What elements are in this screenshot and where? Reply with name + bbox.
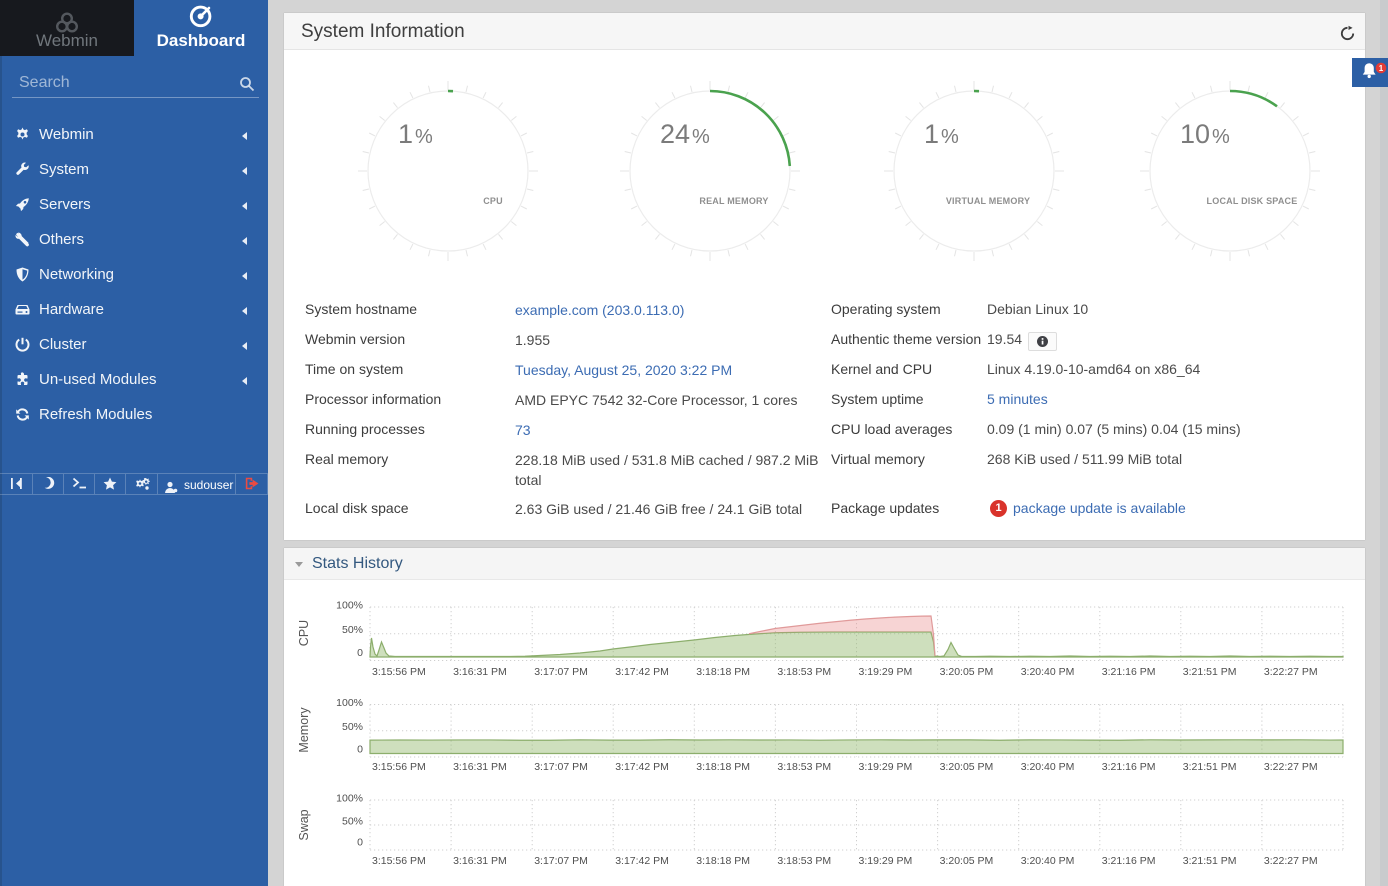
svg-text:3:19:29 PM: 3:19:29 PM [859, 855, 913, 867]
svg-text:3:20:05 PM: 3:20:05 PM [940, 855, 994, 867]
svg-text:CPU: CPU [297, 620, 311, 646]
svg-text:10%: 10% [1180, 119, 1230, 149]
svg-text:3:17:07 PM: 3:17:07 PM [534, 666, 588, 678]
svg-text:3:21:51 PM: 3:21:51 PM [1183, 761, 1237, 773]
svg-text:3:22:27 PM: 3:22:27 PM [1264, 666, 1318, 678]
svg-text:3:18:18 PM: 3:18:18 PM [696, 666, 750, 678]
svg-text:REAL MEMORY: REAL MEMORY [699, 196, 768, 206]
svg-text:50%: 50% [342, 624, 363, 636]
svg-text:3:17:42 PM: 3:17:42 PM [615, 761, 669, 773]
svg-text:3:18:53 PM: 3:18:53 PM [777, 761, 831, 773]
svg-text:3:15:56 PM: 3:15:56 PM [372, 761, 426, 773]
svg-text:0: 0 [357, 744, 363, 756]
svg-text:3:15:56 PM: 3:15:56 PM [372, 666, 426, 678]
svg-text:3:18:53 PM: 3:18:53 PM [777, 666, 831, 678]
svg-text:3:19:29 PM: 3:19:29 PM [859, 761, 913, 773]
svg-text:3:20:40 PM: 3:20:40 PM [1021, 666, 1075, 678]
svg-text:1: 1 [1379, 64, 1384, 73]
svg-text:24%: 24% [660, 119, 710, 149]
svg-text:CPU: CPU [483, 196, 503, 206]
svg-text:3:16:31 PM: 3:16:31 PM [453, 761, 507, 773]
svg-text:50%: 50% [342, 815, 363, 827]
svg-text:3:21:51 PM: 3:21:51 PM [1183, 855, 1237, 867]
svg-text:50%: 50% [342, 721, 363, 733]
svg-text:1%: 1% [924, 119, 959, 149]
svg-text:100%: 100% [336, 793, 363, 805]
svg-text:3:20:05 PM: 3:20:05 PM [940, 666, 994, 678]
svg-text:3:17:07 PM: 3:17:07 PM [534, 761, 588, 773]
svg-text:3:17:42 PM: 3:17:42 PM [615, 666, 669, 678]
svg-text:3:21:16 PM: 3:21:16 PM [1102, 666, 1156, 678]
svg-text:VIRTUAL MEMORY: VIRTUAL MEMORY [946, 196, 1030, 206]
svg-text:3:21:16 PM: 3:21:16 PM [1102, 761, 1156, 773]
svg-text:3:17:42 PM: 3:17:42 PM [615, 855, 669, 867]
svg-text:LOCAL DISK SPACE: LOCAL DISK SPACE [1207, 196, 1298, 206]
svg-text:3:15:56 PM: 3:15:56 PM [372, 855, 426, 867]
svg-text:0: 0 [357, 647, 363, 659]
svg-text:100%: 100% [336, 697, 363, 709]
svg-text:3:21:16 PM: 3:21:16 PM [1102, 855, 1156, 867]
svg-text:3:16:31 PM: 3:16:31 PM [453, 855, 507, 867]
svg-text:Swap: Swap [297, 809, 311, 840]
svg-text:3:18:18 PM: 3:18:18 PM [696, 855, 750, 867]
svg-text:3:17:07 PM: 3:17:07 PM [534, 855, 588, 867]
svg-text:3:20:40 PM: 3:20:40 PM [1021, 855, 1075, 867]
svg-text:100%: 100% [336, 600, 363, 612]
svg-text:3:21:51 PM: 3:21:51 PM [1183, 666, 1237, 678]
svg-text:3:18:18 PM: 3:18:18 PM [696, 761, 750, 773]
svg-text:3:22:27 PM: 3:22:27 PM [1264, 855, 1318, 867]
svg-text:3:19:29 PM: 3:19:29 PM [859, 666, 913, 678]
svg-text:3:20:05 PM: 3:20:05 PM [940, 761, 994, 773]
svg-text:3:22:27 PM: 3:22:27 PM [1264, 761, 1318, 773]
svg-text:0: 0 [357, 837, 363, 849]
svg-text:1%: 1% [398, 119, 433, 149]
svg-text:Memory: Memory [297, 707, 311, 753]
svg-text:3:20:40 PM: 3:20:40 PM [1021, 761, 1075, 773]
svg-text:3:18:53 PM: 3:18:53 PM [777, 855, 831, 867]
svg-text:3:16:31 PM: 3:16:31 PM [453, 666, 507, 678]
